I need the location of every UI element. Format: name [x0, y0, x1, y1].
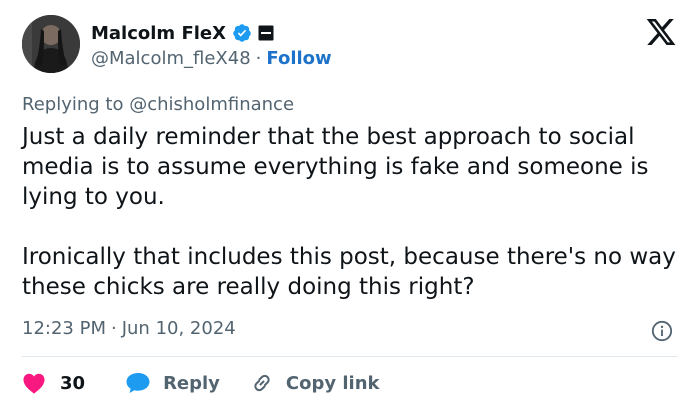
copy-link-button[interactable]: Copy link — [250, 371, 380, 395]
timestamp[interactable]: 12:23 PM · Jun 10, 2024 — [22, 318, 236, 339]
avatar[interactable] — [22, 15, 80, 73]
verified-badge-icon — [233, 24, 251, 42]
replying-prefix: Replying to — [22, 94, 124, 115]
copy-link-label: Copy link — [285, 372, 380, 394]
author-display-name[interactable]: Malcolm FleX — [91, 23, 226, 44]
follow-button[interactable]: Follow — [266, 48, 331, 69]
author-handle[interactable]: @Malcolm_fleX48 — [91, 48, 251, 69]
tweet-paragraph-2: Ironically that includes this post, beca… — [22, 244, 676, 300]
author-name-row: Malcolm FleX — [91, 21, 274, 45]
handle-separator: · — [255, 48, 262, 69]
like-count: 30 — [60, 372, 86, 394]
tweet-card: Malcolm FleX @Malcolm_fleX48 · Follow Re… — [0, 0, 700, 410]
replying-to-mention[interactable]: @chisholmfinance — [129, 94, 294, 115]
tweet-text: Just a daily reminder that the best appr… — [22, 122, 682, 302]
action-bar: 30 Reply Copy link — [22, 368, 380, 398]
reply-button[interactable]: Reply — [125, 371, 220, 395]
reply-label: Reply — [163, 372, 220, 394]
divider — [22, 356, 678, 357]
speech-bubble-icon — [126, 373, 150, 393]
avatar-image — [22, 15, 80, 73]
heart-icon — [23, 373, 45, 394]
tweet-date: Jun 10, 2024 — [121, 318, 236, 339]
info-icon[interactable] — [651, 320, 673, 342]
time-separator: · — [110, 318, 117, 339]
affiliation-badge-icon — [258, 25, 274, 41]
like-button[interactable]: 30 — [22, 372, 85, 394]
replying-to-line: Replying to @chisholmfinance — [22, 94, 294, 115]
link-icon — [254, 374, 270, 392]
x-logo-icon[interactable] — [644, 16, 678, 48]
author-handle-row: @Malcolm_fleX48 · Follow — [91, 48, 332, 69]
tweet-paragraph-1: Just a daily reminder that the best appr… — [22, 124, 649, 210]
tweet-time: 12:23 PM — [22, 318, 106, 339]
